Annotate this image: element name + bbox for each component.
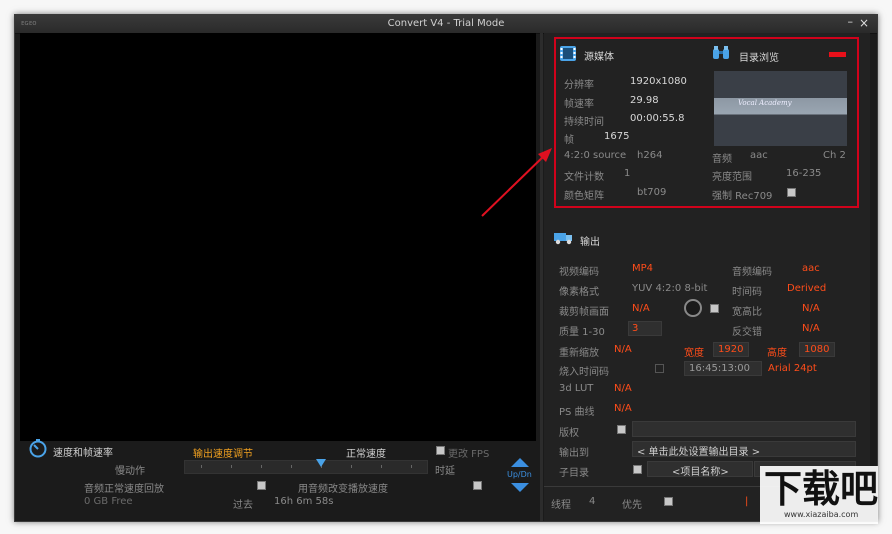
stopwatch-icon: [28, 438, 48, 461]
burn-tc-value: 16:45:13:00: [689, 363, 751, 374]
burn-font-value[interactable]: Arial 24pt: [768, 363, 817, 374]
quality-field[interactable]: 3: [628, 321, 662, 336]
speed-adjust-label: 输出速度调节: [193, 449, 253, 460]
highlight-box: [554, 37, 859, 208]
audio-normal-label: 音频正常速度回放: [84, 484, 164, 495]
crop-label: 裁剪帧画面: [559, 307, 609, 318]
acodec-label: 音频编码: [732, 267, 772, 278]
normal-speed-label: 正常速度: [346, 449, 386, 460]
crop-value[interactable]: N/A: [632, 303, 650, 314]
height-value: 1080: [804, 344, 830, 355]
copyright-checkbox[interactable]: [617, 425, 626, 434]
panel-divider[interactable]: [540, 33, 543, 521]
free-space: 0 GB Free: [84, 496, 133, 507]
subdir-value: <项目名称>: [672, 467, 729, 478]
output-header: 输出: [580, 237, 600, 248]
timecode-label: 时间码: [732, 287, 762, 298]
minimize-button[interactable]: –: [848, 15, 854, 28]
speed-header: 速度和帧速率: [53, 448, 113, 459]
dest-field[interactable]: < 单击此处设置输出目录 >: [632, 441, 856, 458]
speed-slider[interactable]: [184, 459, 428, 474]
lut-label: 3d LUT: [559, 383, 594, 394]
crop-checkbox[interactable]: [710, 304, 719, 313]
acodec-value[interactable]: aac: [802, 263, 820, 274]
dest-value: < 单击此处设置输出目录 >: [637, 447, 761, 458]
window-title: Convert V4 - Trial Mode: [387, 18, 505, 29]
aspect-label: 宽高比: [732, 307, 762, 318]
watermark-url: www.xiazaiba.com: [784, 510, 859, 519]
rescale-label: 重新缩放: [559, 348, 599, 359]
audio-normal-checkbox[interactable]: [257, 481, 266, 490]
vcodec-label: 视频编码: [559, 267, 599, 278]
title-bar: ᴇɢᴇᴏ Convert V4 - Trial Mode – ×: [15, 15, 877, 34]
elapsed-label: 过去: [233, 500, 253, 511]
vcodec-value[interactable]: MP4: [632, 263, 653, 274]
deinterlace-value[interactable]: N/A: [802, 323, 820, 334]
quality-label: 质量 1-30: [559, 327, 605, 338]
updown-label: Up/Dn: [507, 470, 532, 479]
priority-checkbox[interactable]: [664, 497, 673, 506]
deinterlace-label: 反交错: [732, 327, 762, 338]
rescale-value[interactable]: N/A: [614, 344, 632, 355]
priority-label: 优先: [622, 500, 642, 511]
dest-label: 输出到: [559, 448, 589, 459]
audio-change-label: 用音频改变播放速度: [298, 484, 388, 495]
aspect-value[interactable]: N/A: [802, 303, 820, 314]
width-label: 宽度: [684, 348, 704, 359]
width-value: 1920: [718, 344, 744, 355]
ps-value[interactable]: N/A: [614, 403, 632, 414]
priority-marker: |: [745, 496, 749, 507]
width-field[interactable]: 1920: [713, 342, 749, 357]
subdir-checkbox[interactable]: [633, 465, 642, 474]
pixfmt-label: 像素格式: [559, 287, 599, 298]
ps-label: PS 曲线: [559, 407, 595, 418]
change-fps-label: 更改 FPS: [448, 449, 490, 460]
updown-button[interactable]: Up/Dn: [507, 457, 533, 493]
threads-value[interactable]: 4: [589, 496, 595, 507]
subdir-label: 子目录: [559, 468, 589, 479]
height-label: 高度: [767, 348, 787, 359]
audio-change-checkbox[interactable]: [473, 481, 482, 490]
burn-tc-checkbox[interactable]: [655, 364, 664, 373]
change-fps-checkbox[interactable]: [436, 446, 445, 455]
annotation-arrow: [481, 148, 552, 217]
truck-icon: [554, 229, 574, 248]
delay-label: 时延: [435, 466, 455, 477]
burn-tc-field[interactable]: 16:45:13:00: [684, 361, 762, 376]
timecode-value[interactable]: Derived: [787, 283, 826, 294]
watermark-text: 下载吧: [764, 467, 879, 511]
watermark: 下载吧 www.xiazaiba.com: [760, 466, 878, 524]
lut-value[interactable]: N/A: [614, 383, 632, 394]
threads-label: 线程: [551, 500, 571, 511]
video-preview[interactable]: [20, 33, 536, 441]
slow-motion-label: 慢动作: [115, 466, 145, 477]
height-field[interactable]: 1080: [799, 342, 835, 357]
burn-tc-label: 烧入时间码: [559, 367, 609, 378]
speed-slider-thumb[interactable]: [316, 459, 326, 468]
subdir-field[interactable]: <项目名称>: [647, 461, 753, 478]
pixfmt-value: YUV 4:2:0 8-bit: [632, 283, 708, 294]
copyright-label: 版权: [559, 428, 579, 439]
elapsed-value: 16h 6m 58s: [274, 496, 334, 507]
close-button[interactable]: ×: [859, 16, 869, 30]
copyright-field[interactable]: [632, 421, 856, 437]
quality-value: 3: [632, 323, 639, 334]
crop-dial-icon[interactable]: [684, 299, 702, 317]
